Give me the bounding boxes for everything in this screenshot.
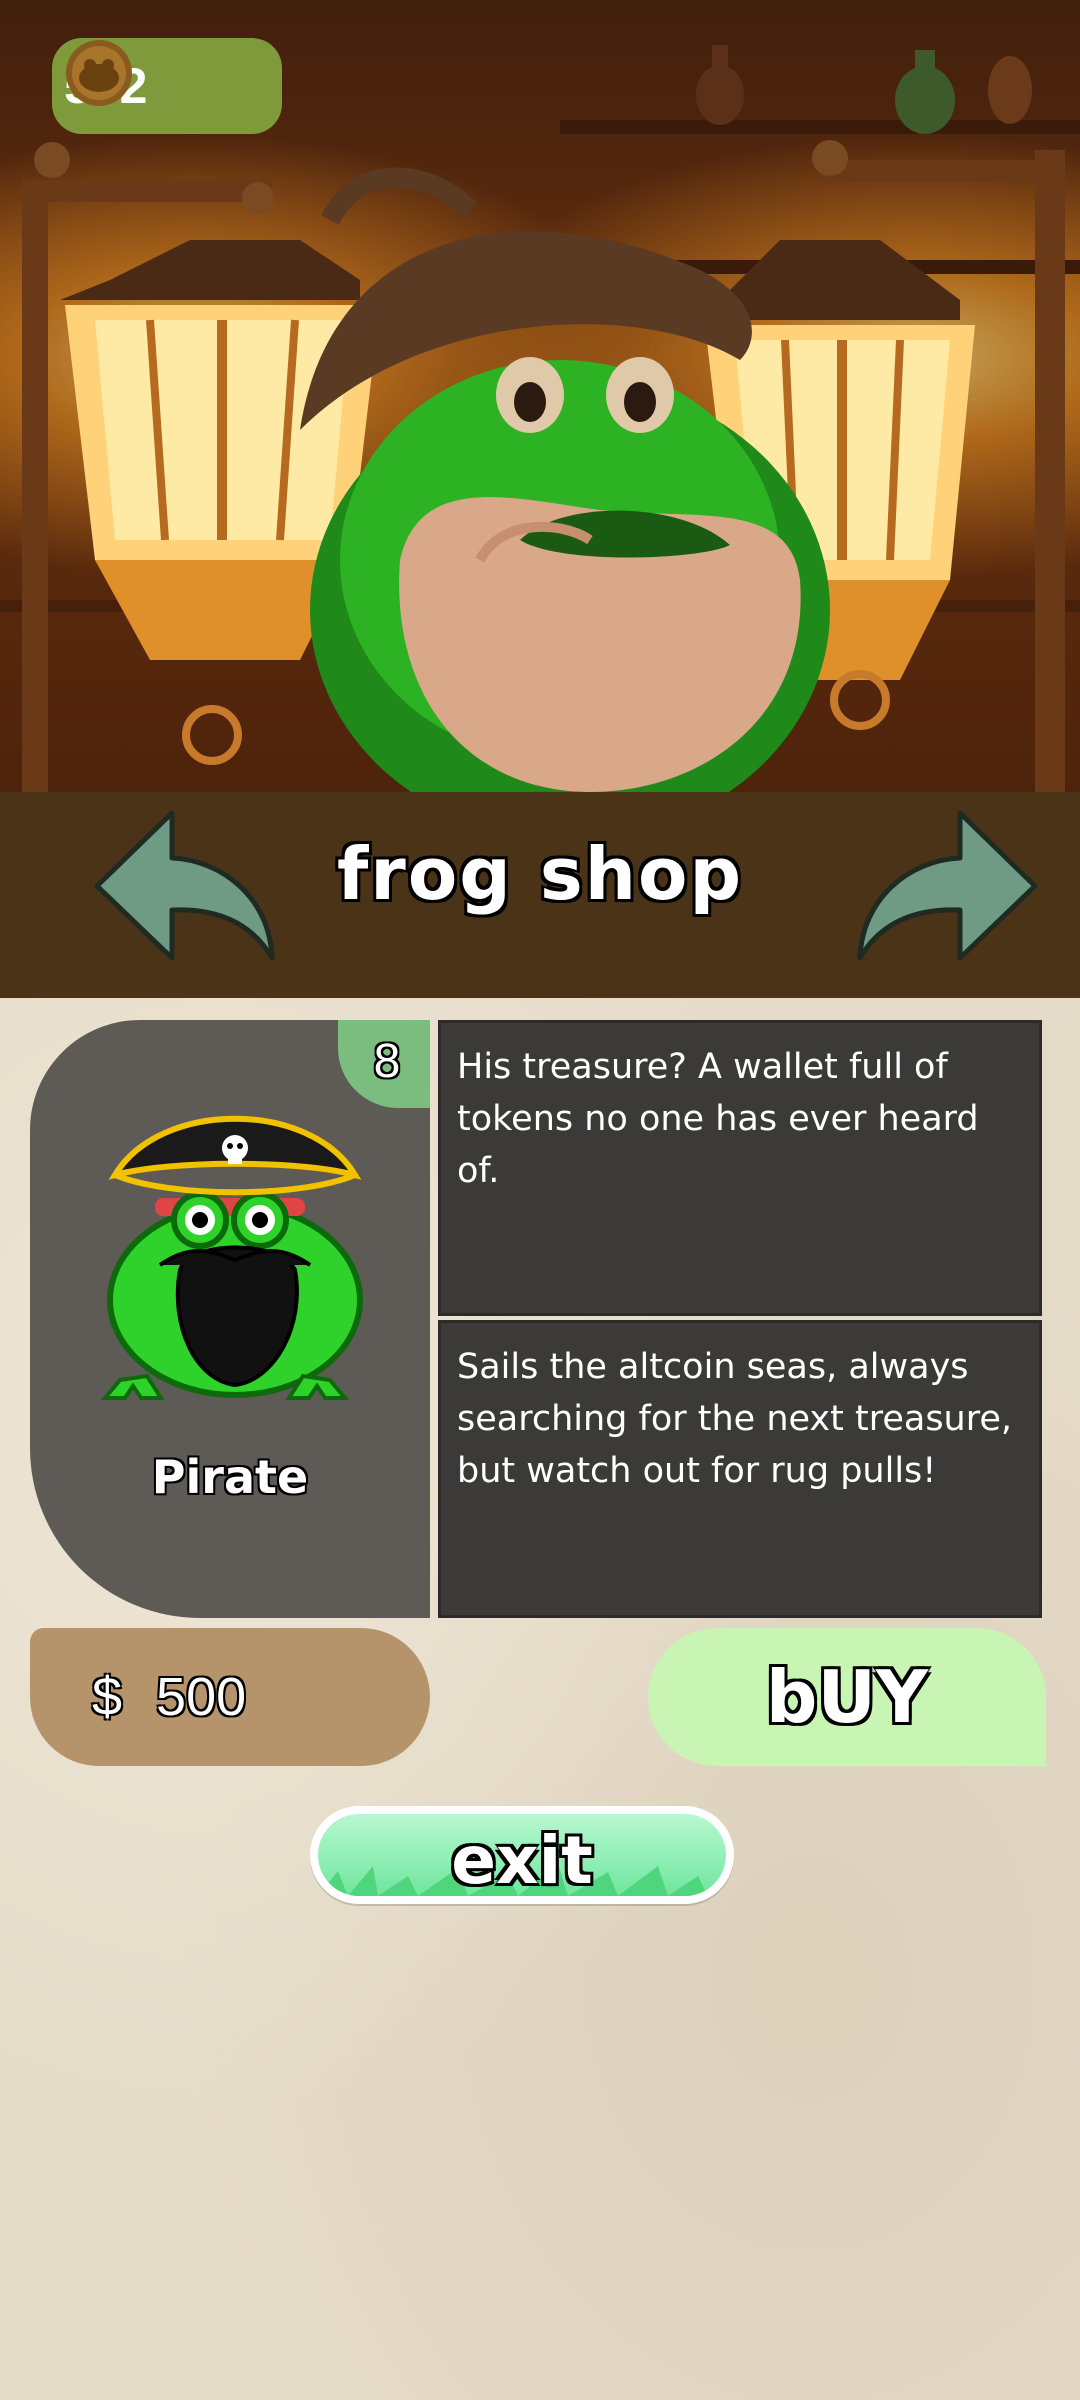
frog-name: Pirate	[151, 1450, 309, 1504]
curved-arrow-right-icon	[857, 810, 1038, 961]
price-tag: $ 500	[30, 1628, 430, 1766]
price-value: 500	[156, 1667, 247, 1727]
frog-coin-icon	[66, 40, 132, 106]
next-frog-button[interactable]	[850, 808, 1040, 968]
exit-label: exit	[451, 1822, 593, 1896]
frog-description-primary: His treasure? A wallet full of tokens no…	[438, 1020, 1042, 1316]
pirate-frog-image	[100, 1115, 363, 1400]
frog-card[interactable]: 8 Pirate	[30, 1020, 430, 1618]
frog-description-secondary: Sails the altcoin seas, always searching…	[438, 1320, 1042, 1618]
buy-button[interactable]: bUY	[648, 1628, 1046, 1766]
exit-button-fill: exit	[318, 1814, 726, 1896]
previous-frog-button[interactable]	[92, 808, 282, 968]
curved-arrow-left-icon	[94, 810, 275, 961]
shopkeeper-scene: 562	[0, 0, 1080, 792]
level-value: 8	[373, 1034, 401, 1088]
coin-balance: 562	[52, 38, 282, 134]
currency-symbol: $	[92, 1667, 123, 1727]
exit-button[interactable]: exit	[310, 1806, 734, 1904]
buy-label: bUY	[765, 1655, 929, 1739]
